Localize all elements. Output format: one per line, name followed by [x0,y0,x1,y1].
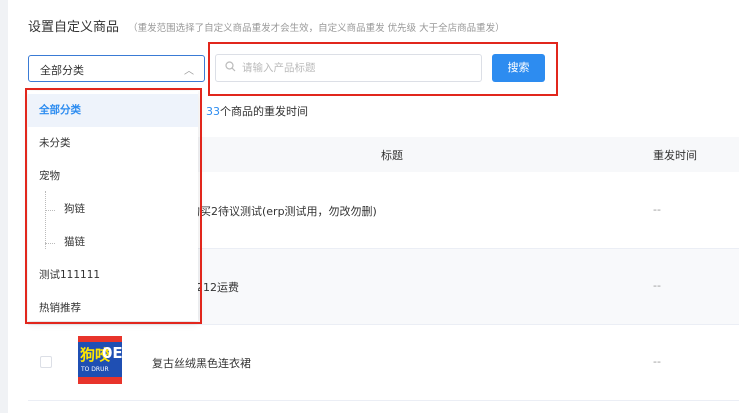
search-icon [225,61,236,75]
count-line: 33个商品的重发时间 [206,103,308,119]
count-text: 个商品的重发时间 [220,105,308,118]
section-title-text: 设置自定义商品 [28,20,120,35]
category-select[interactable]: 全部分类 ︿ [28,55,205,82]
row-time: -- [653,279,661,292]
row-time: -- [653,203,661,216]
column-header-title: 标题 [381,149,403,162]
section-title: 设置自定义商品 （重发范围选择了自定义商品重发才会生效，自定义商品重发 优先级 … [28,16,505,35]
row-title: 复古丝绒黑色连衣裙 [152,357,251,370]
product-thumbnail: 狗咬 0E TO DRUR [78,336,122,384]
count-number: 33 [206,105,220,118]
row-time: -- [653,355,661,368]
dropdown-item-uncategorized[interactable]: 未分类 [28,127,198,160]
row-title: 购买2待议测试(erp测试用，勿改勿删) [189,205,377,218]
chevron-up-icon: ︿ [184,66,194,77]
left-side-strip [0,0,8,413]
dropdown-item-hot-sale[interactable]: 热销推荐 [28,292,198,325]
section-hint: （重发范围选择了自定义商品重发才会生效，自定义商品重发 优先级 大于全店商品重发… [128,23,505,34]
dropdown-item-cat-leash[interactable]: 猫链 [28,226,198,259]
table-row[interactable] [28,324,739,400]
search-field[interactable] [215,54,482,82]
dropdown-item-pets[interactable]: 宠物 [28,160,198,193]
category-select-value: 全部分类 [40,64,84,77]
search-input[interactable] [242,59,472,77]
thumbnail-top-strip [78,336,122,342]
dropdown-item-test[interactable]: 测试111111 [28,259,198,292]
search-button[interactable]: 搜索 [492,54,545,82]
column-header-time: 重发时间 [653,149,697,162]
category-dropdown: 全部分类 未分类 宠物 狗链 猫链 测试111111 热销推荐 [28,91,198,321]
thumbnail-bottom-strip [78,377,122,384]
row-checkbox[interactable] [40,356,52,368]
dropdown-item-dog-leash[interactable]: 狗链 [28,193,198,226]
thumbnail-text-side: 0E [102,344,122,362]
thumbnail-text-small: TO DRUR [81,366,109,373]
row-divider [28,400,739,401]
dropdown-item-all[interactable]: 全部分类 [28,94,198,127]
